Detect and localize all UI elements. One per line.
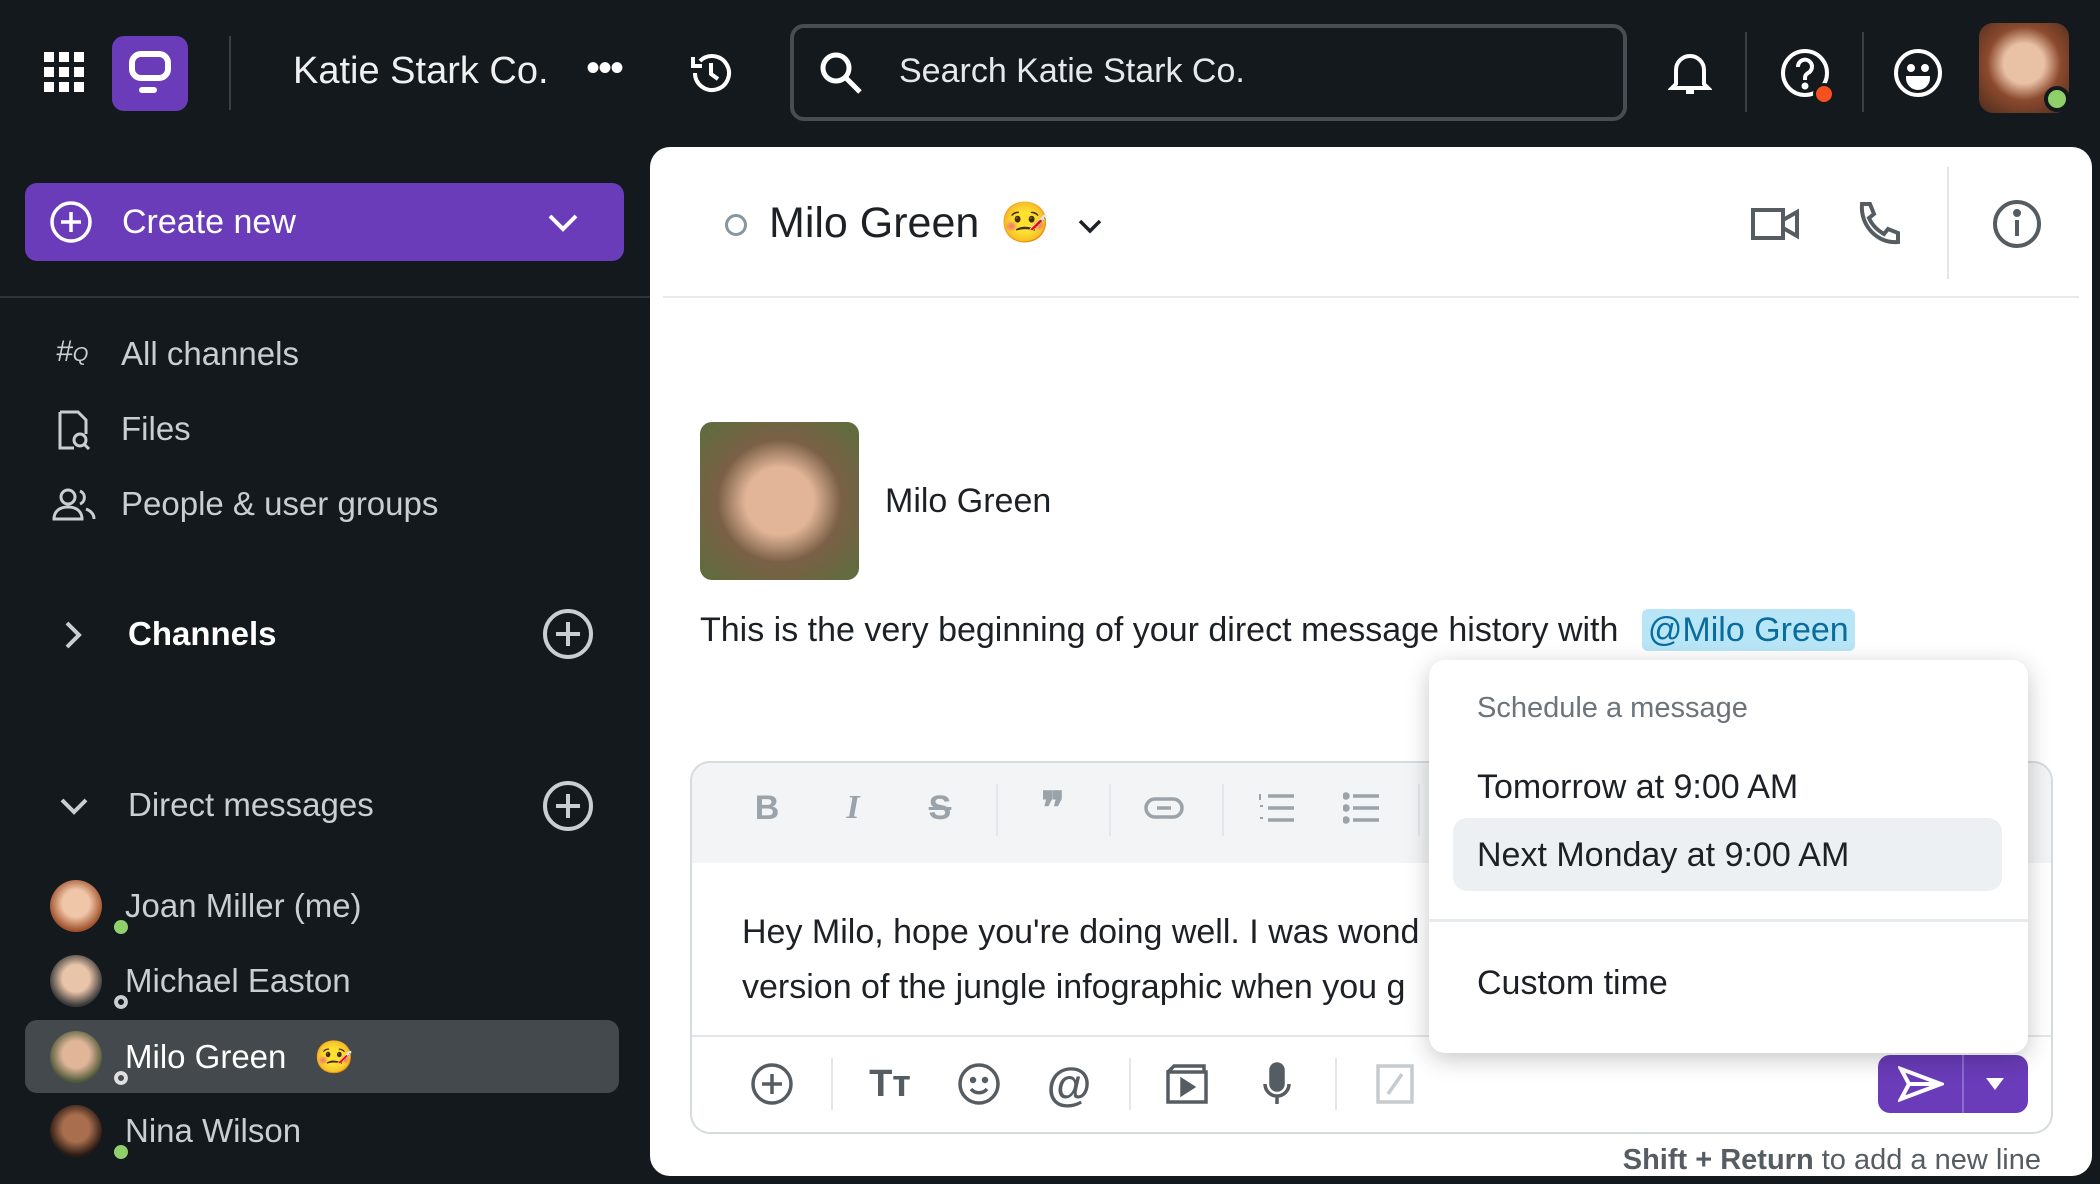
- sidebar-item-label: People & user groups: [121, 485, 439, 522]
- video-clip-icon[interactable]: [1157, 1054, 1217, 1114]
- schedule-dropdown-toggle[interactable]: [1968, 1067, 2022, 1101]
- avatar: [50, 1104, 132, 1163]
- draft-line: Hey Milo, hope you're doing well. I was …: [742, 913, 1420, 951]
- microphone-icon[interactable]: [1247, 1054, 1307, 1114]
- search-icon: [816, 48, 866, 98]
- dm-item-milo-green[interactable]: Milo Green 🤒: [25, 1020, 619, 1093]
- send-button[interactable]: [1878, 1055, 2028, 1113]
- help-notification-dot: [1813, 83, 1835, 105]
- user-mention[interactable]: @Milo Green: [1641, 609, 1855, 651]
- menu-item-next-monday[interactable]: Next Monday at 9:00 AM: [1453, 818, 2002, 891]
- dm-name: Milo Green: [125, 1037, 287, 1075]
- conversation-intro: This is the very beginning of your direc…: [700, 609, 1855, 651]
- status-emoji: 🤒: [1000, 201, 1050, 245]
- info-icon[interactable]: [1990, 197, 2044, 251]
- italic-icon[interactable]: I: [823, 778, 883, 838]
- hashtag-search-icon: #Q: [56, 335, 89, 368]
- schedule-message-menu: Schedule a message Tomorrow at 9:00 AM N…: [1429, 660, 2028, 1053]
- avatar: [50, 1030, 132, 1089]
- avatar: [50, 954, 132, 1013]
- create-new-button[interactable]: Create new: [25, 183, 624, 261]
- chevron-down-icon[interactable]: [1074, 211, 1106, 241]
- send-icon: [1892, 1063, 1950, 1105]
- menu-title: Schedule a message: [1477, 692, 1748, 724]
- status-emoji: 🤒: [314, 1038, 355, 1075]
- sidebar-item-files[interactable]: Files: [50, 408, 610, 452]
- channels-section-header[interactable]: Channels: [128, 615, 277, 653]
- quote-icon[interactable]: ❞: [1023, 778, 1083, 838]
- new-line-hint: Shift + Return to add a new line: [1623, 1144, 2041, 1177]
- slash-command-icon[interactable]: [1365, 1054, 1425, 1114]
- link-icon[interactable]: [1134, 778, 1194, 838]
- bell-icon[interactable]: [1665, 48, 1715, 98]
- emoji-icon[interactable]: [949, 1054, 1009, 1114]
- hint-shortcut: Shift + Return: [1622, 1144, 1814, 1176]
- draft-line: version of the jungle infographic when y…: [742, 968, 1406, 1006]
- menu-item-custom-time[interactable]: Custom time: [1453, 946, 2002, 1018]
- file-search-icon: [56, 410, 92, 450]
- profile-name[interactable]: Milo Green: [885, 482, 1051, 521]
- menu-item-label: Next Monday at 9:00 AM: [1477, 836, 1850, 874]
- status-emoji-icon[interactable]: [1891, 46, 1945, 100]
- sidebar-item-all-channels[interactable]: #Q All channels: [50, 333, 610, 377]
- history-icon[interactable]: [686, 48, 736, 98]
- hint-text: to add a new line: [1813, 1144, 2041, 1176]
- chevron-down-icon[interactable]: [54, 788, 94, 824]
- message-input[interactable]: Hey Milo, hope you're doing well. I was …: [742, 905, 1419, 1015]
- bold-icon[interactable]: B: [737, 778, 797, 838]
- search-placeholder: Search Katie Stark Co.: [899, 52, 1245, 90]
- dm-name: Nina Wilson: [125, 1111, 302, 1149]
- menu-item-label: Custom time: [1477, 964, 1668, 1002]
- chevron-down-icon[interactable]: [545, 205, 581, 241]
- sidebar-item-people[interactable]: People & user groups: [50, 483, 610, 527]
- sidebar-item-label: All channels: [121, 335, 299, 372]
- dm-name: Joan Miller (me): [125, 886, 362, 924]
- app-grid-icon[interactable]: [42, 50, 86, 94]
- chevron-right-icon[interactable]: [58, 615, 88, 655]
- create-new-label: Create new: [122, 203, 296, 241]
- conversation-title[interactable]: Milo Green: [769, 199, 979, 248]
- intro-text: This is the very beginning of your direc…: [700, 611, 1619, 649]
- sidebar-item-label: Files: [121, 410, 191, 447]
- menu-item-tomorrow[interactable]: Tomorrow at 9:00 AM: [1453, 750, 2002, 822]
- phone-call-icon[interactable]: [1854, 197, 1904, 251]
- more-options-icon[interactable]: •••: [586, 46, 624, 91]
- app-logo[interactable]: [112, 36, 188, 111]
- direct-messages-section-header[interactable]: Direct messages: [128, 786, 374, 824]
- people-icon: [52, 487, 96, 523]
- numbered-list-icon[interactable]: [1247, 778, 1307, 838]
- presence-status-icon: [725, 214, 747, 236]
- search-input[interactable]: Search Katie Stark Co.: [790, 24, 1627, 121]
- add-channel-button[interactable]: [542, 608, 594, 660]
- add-direct-message-button[interactable]: [542, 780, 594, 832]
- bullet-list-icon[interactable]: [1332, 778, 1392, 838]
- profile-avatar[interactable]: [700, 422, 859, 580]
- text-format-icon[interactable]: Tт: [860, 1054, 920, 1114]
- dm-name: Michael Easton: [125, 961, 351, 999]
- dm-item-joan-miller[interactable]: Joan Miller (me): [25, 869, 619, 942]
- attach-plus-icon[interactable]: [742, 1054, 802, 1114]
- workspace-name[interactable]: Katie Stark Co.: [293, 50, 549, 93]
- menu-item-label: Tomorrow at 9:00 AM: [1477, 768, 1799, 806]
- mention-icon[interactable]: @: [1039, 1054, 1099, 1114]
- strikethrough-icon[interactable]: S: [910, 778, 970, 838]
- plus-circle-icon: [49, 200, 93, 244]
- avatar: [50, 879, 132, 938]
- dm-item-nina-wilson[interactable]: Nina Wilson: [25, 1094, 619, 1167]
- online-status-dot: [2044, 86, 2070, 112]
- video-call-icon[interactable]: [1750, 199, 1800, 249]
- dm-item-michael-easton[interactable]: Michael Easton: [25, 944, 619, 1017]
